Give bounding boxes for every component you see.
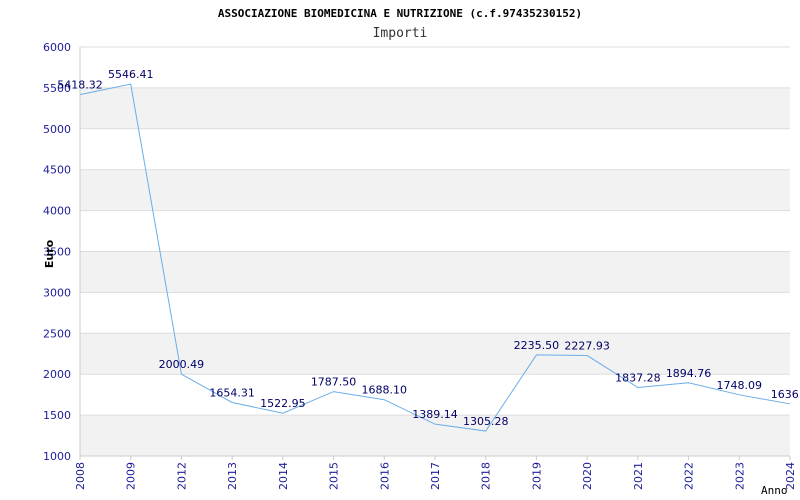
x-tick-label: 2021 <box>632 462 645 490</box>
x-tick-label: 2015 <box>328 462 341 490</box>
data-label: 2000.49 <box>159 358 205 371</box>
data-label: 1837.28 <box>615 372 661 385</box>
data-label: 2235.50 <box>514 339 560 352</box>
data-label: 1894.76 <box>666 367 712 380</box>
data-label: 1688.10 <box>362 384 408 397</box>
y-tick-label: 2000 <box>43 368 71 381</box>
x-axis-label: Anno <box>761 484 788 497</box>
plot-band <box>80 87 790 129</box>
data-label: 2227.93 <box>564 340 610 353</box>
plot-bands <box>80 87 790 456</box>
data-label: 1654.31 <box>209 386 255 399</box>
y-tick-label: 2500 <box>43 327 71 340</box>
data-label: 5418.32 <box>57 79 103 92</box>
x-tick-label: 2012 <box>175 462 188 490</box>
data-label: 1305.28 <box>463 415 509 428</box>
x-tick-label: 2016 <box>378 462 391 490</box>
plot-band <box>80 169 790 211</box>
data-label: 1389.14 <box>412 408 458 421</box>
data-label: 1748.09 <box>717 379 763 392</box>
x-tick-label: 2020 <box>581 462 594 490</box>
x-tick-label: 2018 <box>480 462 493 490</box>
plot-band <box>80 251 790 293</box>
data-label: 1787.50 <box>311 376 357 389</box>
data-label: 1522.95 <box>260 397 306 410</box>
y-tick-label: 1000 <box>43 450 71 463</box>
data-label: 5546.41 <box>108 68 154 81</box>
chart-subtitle: Importi <box>373 26 428 41</box>
y-tick-label: 3000 <box>43 286 71 299</box>
x-axis-ticks: 2008 2009 2012 2013 2014 2015 2016 2017 2018 2019… <box>74 456 797 490</box>
x-tick-label: 2013 <box>226 462 239 490</box>
x-tick-label: 2022 <box>683 462 696 490</box>
y-tick-label: 4500 <box>43 164 71 177</box>
x-tick-label: 2017 <box>429 462 442 490</box>
y-tick-label: 5000 <box>43 123 71 136</box>
y-tick-label: 4000 <box>43 205 71 218</box>
x-tick-label: 2009 <box>125 462 138 490</box>
chart-title: ASSOCIAZIONE BIOMEDICINA E NUTRIZIONE (c… <box>218 7 582 20</box>
y-tick-label: 1500 <box>43 409 71 422</box>
plot-band <box>80 415 790 456</box>
x-tick-label: 2014 <box>277 462 290 490</box>
y-axis-label: Euro <box>43 239 56 268</box>
x-tick-label: 2023 <box>733 462 746 490</box>
y-tick-label: 6000 <box>43 41 71 54</box>
data-label: 1636.4 <box>771 388 800 401</box>
x-tick-label: 2019 <box>530 462 543 490</box>
x-tick-label: 2008 <box>74 462 87 490</box>
line-chart: ASSOCIAZIONE BIOMEDICINA E NUTRIZIONE (c… <box>43 7 800 497</box>
